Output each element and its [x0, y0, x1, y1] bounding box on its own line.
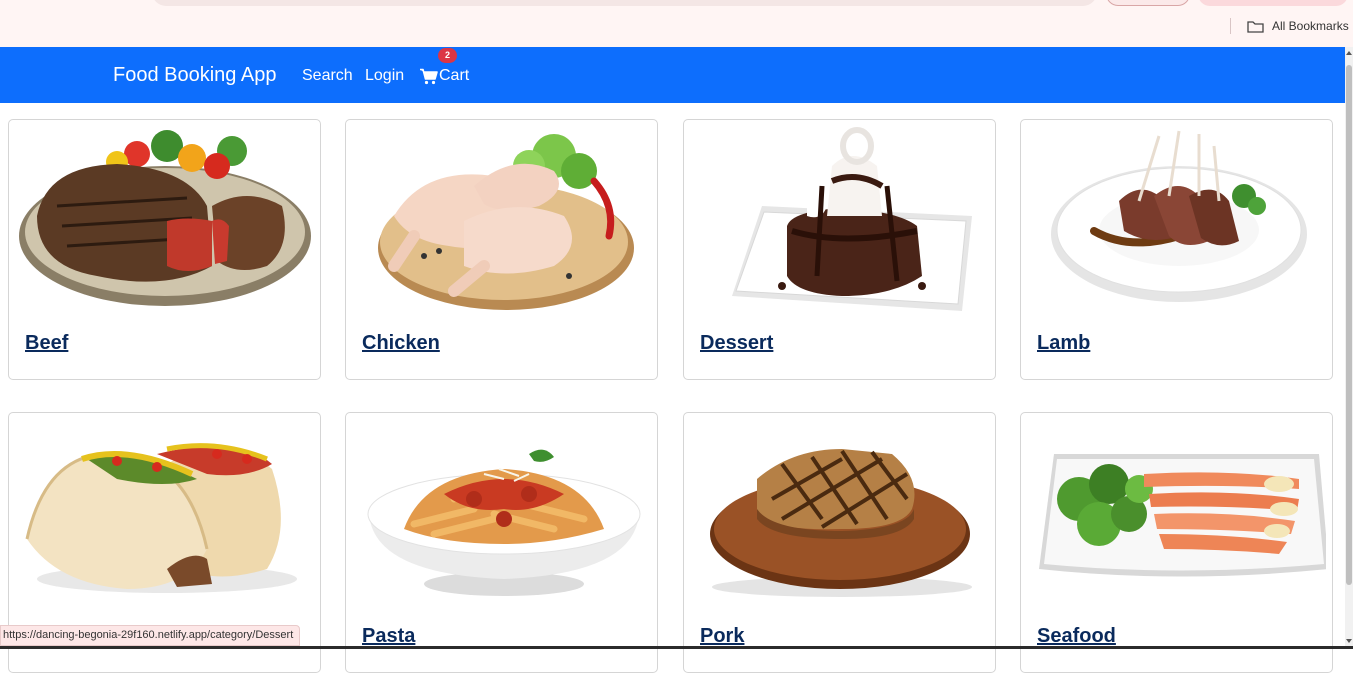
category-title-seafood[interactable]: Seafood	[1037, 625, 1116, 648]
category-title-chicken[interactable]: Chicken	[362, 332, 440, 355]
all-bookmarks-label: All Bookmarks	[1272, 19, 1349, 33]
pork-chop-image	[710, 449, 972, 597]
beef-steak-image	[19, 130, 311, 306]
nav-search-link[interactable]: Search	[302, 67, 353, 85]
pasta-image	[367, 449, 641, 596]
tacos-image	[25, 443, 297, 593]
category-card-dessert[interactable]: Dessert	[683, 119, 996, 380]
all-bookmarks-button[interactable]: All Bookmarks	[1247, 17, 1349, 35]
scroll-down-arrow-icon[interactable]	[1346, 639, 1352, 643]
category-title-pasta[interactable]: Pasta	[362, 625, 415, 648]
cart-icon	[420, 68, 438, 84]
status-bar-url: https://dancing-begonia-29f160.netlify.a…	[0, 625, 301, 646]
scrollbar-thumb[interactable]	[1346, 65, 1352, 585]
chicken-legs-image	[378, 134, 634, 310]
cart-count-badge: 2	[438, 48, 457, 63]
category-title-pork[interactable]: Pork	[700, 625, 744, 648]
category-title-dessert[interactable]: Dessert	[700, 332, 773, 355]
category-card-seafood[interactable]: Seafood	[1020, 412, 1333, 673]
cart-label: Cart	[439, 67, 470, 84]
scroll-up-arrow-icon[interactable]	[1346, 51, 1352, 55]
folder-icon	[1247, 20, 1264, 33]
nav-login-link[interactable]: Login	[365, 67, 404, 85]
address-bar[interactable]	[152, 0, 1097, 6]
bookmarks-divider	[1230, 18, 1231, 34]
page-scrollbar[interactable]	[1345, 47, 1353, 649]
browser-toolbar: All Bookmarks	[0, 0, 1353, 47]
salmon-platter-image	[1039, 454, 1326, 577]
category-card-beef[interactable]: Beef	[8, 119, 321, 380]
category-card-chicken[interactable]: Chicken	[345, 119, 658, 380]
chocolate-cake-image	[732, 127, 972, 311]
nav-cart-link[interactable]: Cart	[420, 67, 469, 85]
profile-button[interactable]	[1106, 0, 1190, 6]
category-card-pork[interactable]: Pork	[683, 412, 996, 673]
navbar: Food Booking App Search Login Cart	[0, 47, 1345, 103]
category-card-lamb[interactable]: Lamb	[1020, 119, 1333, 380]
lamb-chops-image	[1051, 130, 1307, 302]
category-card-pasta[interactable]: Pasta	[345, 412, 658, 673]
brand-link[interactable]: Food Booking App	[113, 64, 276, 87]
browser-menu-button[interactable]	[1198, 0, 1348, 6]
category-title-lamb[interactable]: Lamb	[1037, 332, 1090, 355]
category-title-beef[interactable]: Beef	[25, 332, 68, 355]
